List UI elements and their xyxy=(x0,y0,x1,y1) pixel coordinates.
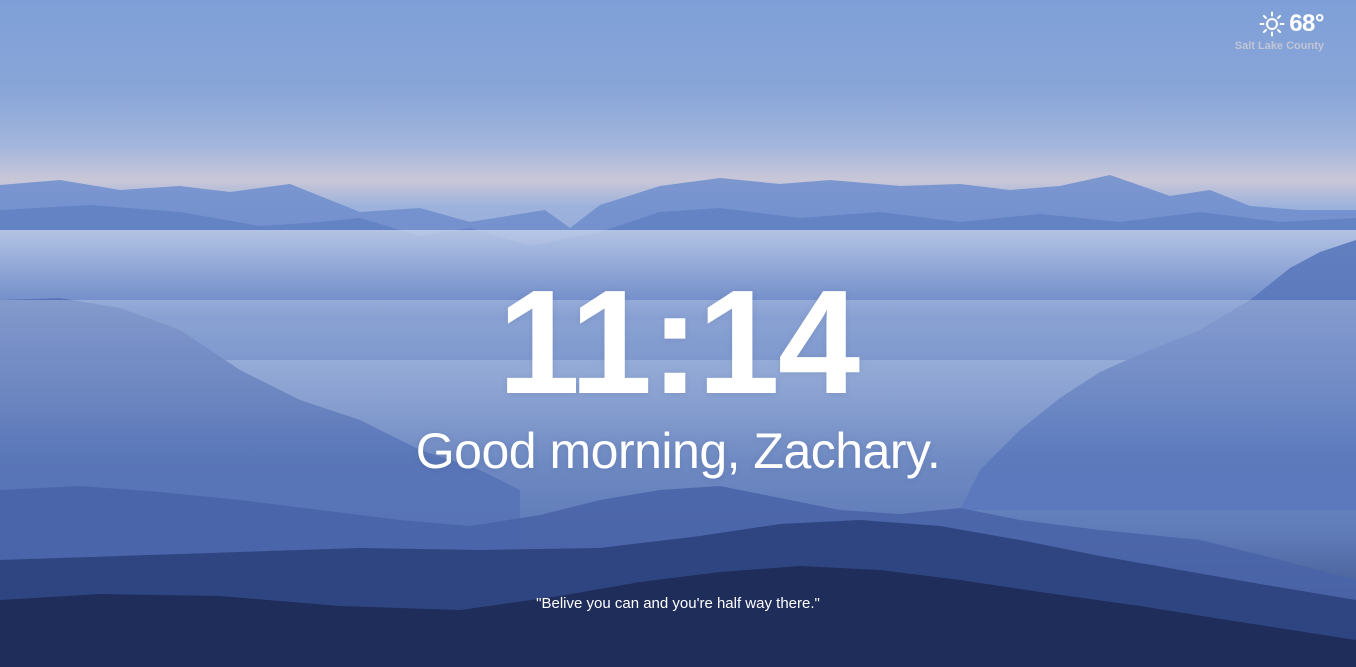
weather-summary: 68° xyxy=(1235,10,1324,38)
greeting[interactable]: Good morning, Zachary. xyxy=(0,422,1356,480)
temperature: 68° xyxy=(1289,10,1324,37)
sun-icon xyxy=(1259,11,1285,37)
new-tab-page: 68° Salt Lake County 11:14 Good morning,… xyxy=(0,0,1356,667)
weather-widget[interactable]: 68° Salt Lake County xyxy=(1234,10,1325,52)
daily-quote: "Belive you can and you're half way ther… xyxy=(536,595,820,612)
clock: 11:14 xyxy=(497,260,860,425)
weather-location: Salt Lake County xyxy=(1234,40,1324,52)
